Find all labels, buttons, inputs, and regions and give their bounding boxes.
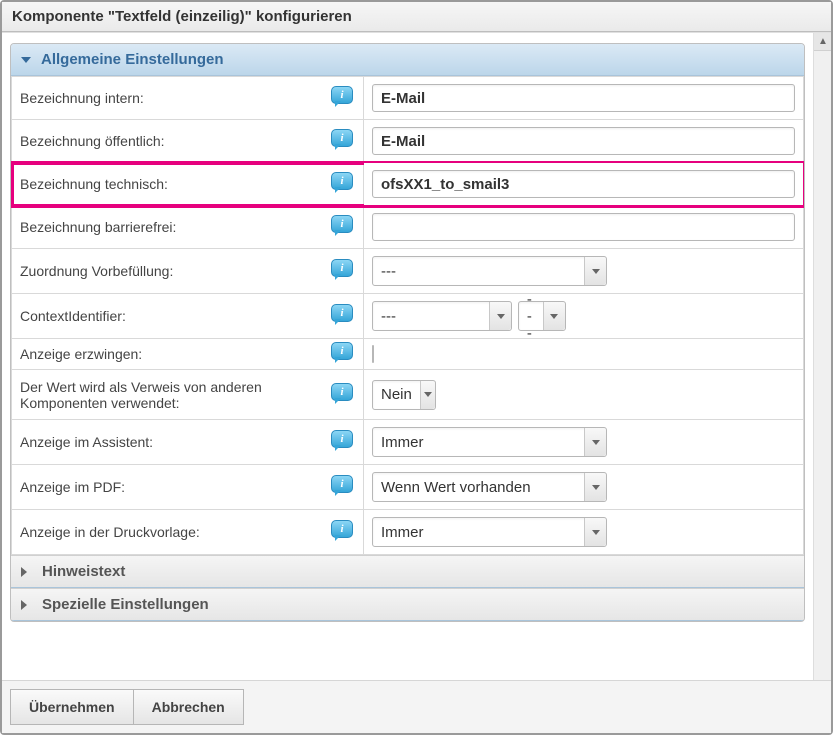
row-anzeige-pdf: Anzeige im PDF: i Wenn Wert vorhanden	[12, 465, 804, 510]
label-vorbefuellung: Zuordnung Vorbefüllung:	[20, 263, 173, 279]
help-icon[interactable]: i	[331, 304, 355, 322]
section-general-header[interactable]: Allgemeine Einstellungen	[11, 44, 804, 76]
chevron-down-icon[interactable]	[584, 518, 606, 546]
section-hint-title: Hinweistext	[42, 563, 125, 580]
combo-anzeige-assistent-value: Immer	[373, 428, 584, 456]
combo-anzeige-druck-value: Immer	[373, 518, 584, 546]
apply-button[interactable]: Übernehmen	[10, 689, 134, 725]
label-context-id: ContextIdentifier:	[20, 308, 126, 324]
content-area: Allgemeine Einstellungen Bezeichnung int…	[2, 32, 831, 680]
combo-anzeige-assistent[interactable]: Immer	[372, 427, 607, 457]
help-icon[interactable]: i	[331, 215, 355, 233]
help-icon[interactable]: i	[331, 259, 355, 277]
row-bez-intern: Bezeichnung intern: i	[12, 77, 804, 120]
input-bez-barrierefrei[interactable]	[372, 213, 795, 241]
row-context-id: ContextIdentifier: i --- ---	[12, 294, 804, 339]
label-bez-oeffentlich: Bezeichnung öffentlich:	[20, 133, 165, 149]
chevron-down-icon[interactable]	[584, 257, 606, 285]
help-icon[interactable]: i	[331, 342, 355, 360]
section-general-body: Bezeichnung intern: i Bezeichnung öffent…	[11, 76, 804, 555]
label-bez-barrierefrei: Bezeichnung barrierefrei:	[20, 219, 176, 235]
section-hint-header[interactable]: Hinweistext	[11, 555, 804, 588]
chevron-down-icon[interactable]	[584, 473, 606, 501]
combo-context-id-2[interactable]: ---	[518, 301, 566, 331]
help-icon[interactable]: i	[331, 129, 355, 147]
section-special-header[interactable]: Spezielle Einstellungen	[11, 588, 804, 621]
vertical-scrollbar[interactable]: ▲	[813, 33, 831, 680]
chevron-down-icon[interactable]	[584, 428, 606, 456]
chevron-down-icon	[21, 57, 31, 63]
chevron-down-icon[interactable]	[543, 302, 565, 330]
combo-context-id-1[interactable]: ---	[372, 301, 512, 331]
dialog-button-bar: Übernehmen Abbrechen	[2, 680, 831, 733]
row-bez-barrierefrei: Bezeichnung barrierefrei: i	[12, 206, 804, 249]
help-icon[interactable]: i	[331, 383, 355, 401]
combo-anzeige-druck[interactable]: Immer	[372, 517, 607, 547]
chevron-right-icon	[21, 567, 32, 577]
row-verweis: Der Wert wird als Verweis von anderen Ko…	[12, 370, 804, 420]
combo-anzeige-pdf-value: Wenn Wert vorhanden	[373, 473, 584, 501]
section-hint: Hinweistext	[11, 555, 804, 588]
input-bez-intern[interactable]	[372, 84, 795, 112]
dialog-title: Komponente "Textfeld (einzeilig)" konfig…	[2, 2, 831, 32]
row-anzeige-assistent: Anzeige im Assistent: i Immer	[12, 420, 804, 465]
chevron-down-icon[interactable]	[489, 302, 511, 330]
combo-verweis-value: Nein	[373, 381, 420, 409]
combo-vorbefuellung[interactable]: ---	[372, 256, 607, 286]
help-icon[interactable]: i	[331, 475, 355, 493]
combo-vorbefuellung-value: ---	[373, 257, 584, 285]
chevron-right-icon	[21, 600, 32, 610]
label-anzeige-assistent: Anzeige im Assistent:	[20, 434, 153, 450]
label-verweis: Der Wert wird als Verweis von anderen Ko…	[20, 379, 310, 411]
section-special: Spezielle Einstellungen	[11, 588, 804, 621]
help-icon[interactable]: i	[331, 86, 355, 104]
combo-context-id-1-value: ---	[373, 302, 489, 330]
row-bez-oeffentlich: Bezeichnung öffentlich: i	[12, 120, 804, 163]
input-bez-oeffentlich[interactable]	[372, 127, 795, 155]
row-anzeige-erzwingen: Anzeige erzwingen: i	[12, 339, 804, 370]
combo-anzeige-pdf[interactable]: Wenn Wert vorhanden	[372, 472, 607, 502]
config-dialog: Komponente "Textfeld (einzeilig)" konfig…	[0, 0, 833, 735]
section-special-title: Spezielle Einstellungen	[42, 596, 209, 613]
chevron-down-icon[interactable]	[420, 381, 435, 409]
label-bez-technisch: Bezeichnung technisch:	[20, 176, 168, 192]
row-bez-technisch: Bezeichnung technisch: i	[12, 163, 804, 206]
label-bez-intern: Bezeichnung intern:	[20, 90, 144, 106]
label-anzeige-pdf: Anzeige im PDF:	[20, 479, 125, 495]
scroll-viewport: Allgemeine Einstellungen Bezeichnung int…	[2, 33, 813, 680]
help-icon[interactable]: i	[331, 172, 355, 190]
help-icon[interactable]: i	[331, 430, 355, 448]
row-vorbefuellung: Zuordnung Vorbefüllung: i ---	[12, 249, 804, 294]
row-anzeige-druck: Anzeige in der Druckvorlage: i Immer	[12, 510, 804, 555]
combo-verweis[interactable]: Nein	[372, 380, 436, 410]
section-general: Allgemeine Einstellungen Bezeichnung int…	[10, 43, 805, 622]
label-anzeige-erzwingen: Anzeige erzwingen:	[20, 346, 142, 362]
section-general-title: Allgemeine Einstellungen	[41, 51, 224, 68]
checkbox-anzeige-erzwingen[interactable]	[372, 345, 374, 363]
scroll-up-icon[interactable]: ▲	[814, 33, 831, 51]
help-icon[interactable]: i	[331, 520, 355, 538]
combo-context-id-2-value: ---	[519, 302, 543, 330]
input-bez-technisch[interactable]	[372, 170, 795, 198]
cancel-button[interactable]: Abbrechen	[134, 689, 244, 725]
label-anzeige-druck: Anzeige in der Druckvorlage:	[20, 524, 200, 540]
general-form-table: Bezeichnung intern: i Bezeichnung öffent…	[11, 76, 804, 555]
